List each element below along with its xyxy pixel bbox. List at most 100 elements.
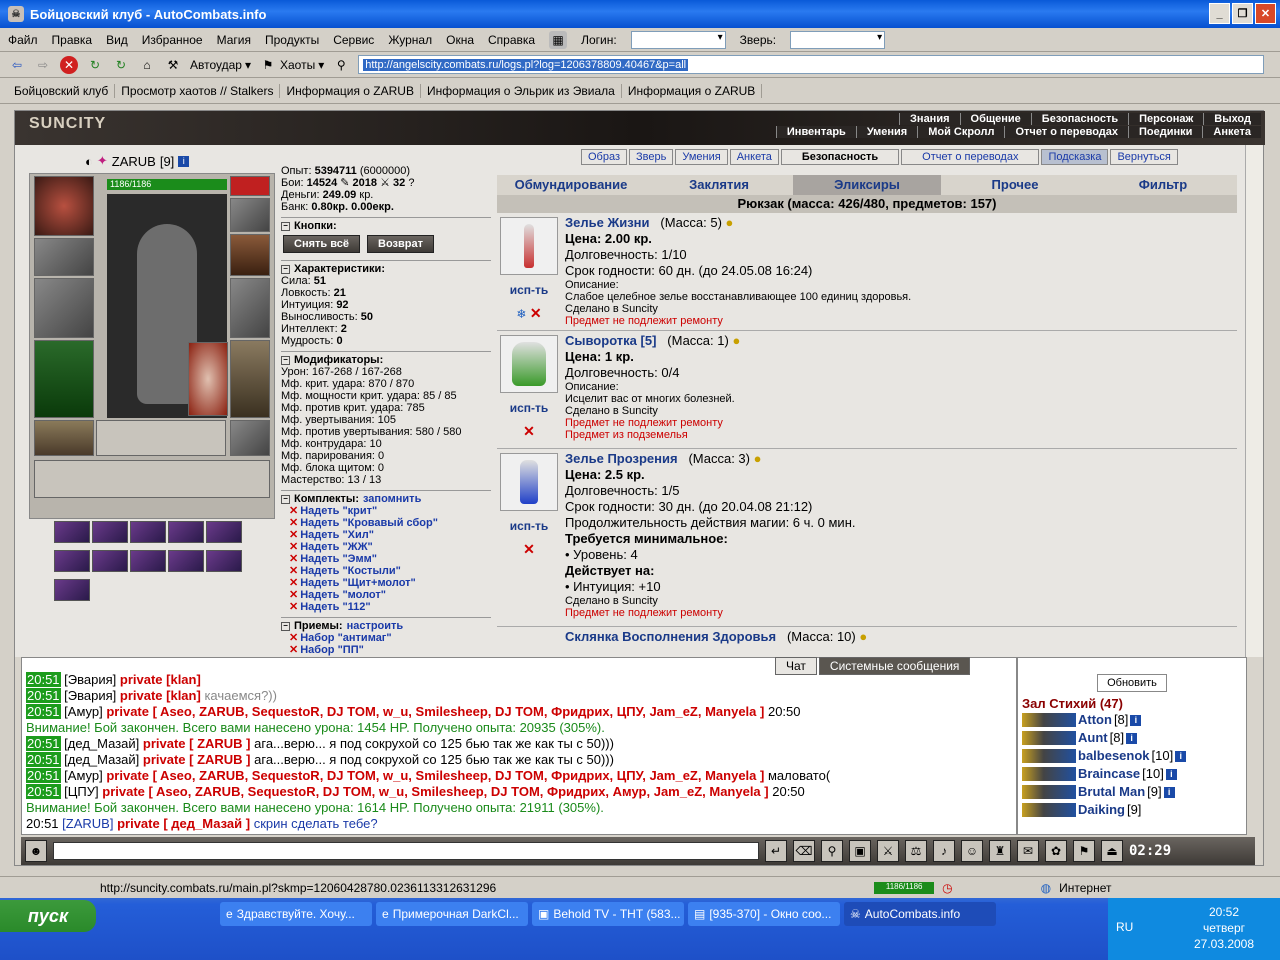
nav-profile[interactable]: Анкета bbox=[1202, 126, 1261, 138]
skill-slot[interactable] bbox=[130, 550, 166, 572]
nav-transfer-report[interactable]: Отчет о переводах bbox=[1004, 126, 1129, 138]
mods-header[interactable]: − Модификаторы: bbox=[281, 351, 491, 366]
sets-header[interactable]: − Комплекты: запомнить bbox=[281, 490, 491, 505]
exit-icon[interactable]: ⏏ bbox=[1101, 840, 1123, 862]
info-icon[interactable]: i bbox=[1175, 750, 1187, 762]
nav-communication[interactable]: Общение bbox=[959, 113, 1031, 125]
nav-exit[interactable]: Выход bbox=[1203, 113, 1261, 125]
skill-slot[interactable] bbox=[206, 521, 242, 543]
scales-icon[interactable]: ⚖ bbox=[905, 840, 927, 862]
nav-knowledge[interactable]: Знания bbox=[899, 113, 960, 125]
use-item-link[interactable]: исп-ть bbox=[510, 401, 549, 415]
earrings-slot[interactable] bbox=[230, 176, 270, 196]
room-user[interactable]: Atton [8] i bbox=[1022, 711, 1242, 729]
buttons-header[interactable]: − Кнопки: bbox=[281, 217, 491, 232]
task-item[interactable]: ▣ Behold TV - ТНТ (583... bbox=[532, 902, 684, 926]
item-name[interactable]: Склянка Восполнения Здоровья bbox=[565, 629, 776, 644]
pet-slot[interactable] bbox=[188, 342, 228, 416]
menu-favorites[interactable]: Избранное bbox=[142, 33, 203, 47]
set-link[interactable]: ✕ Надеть "Хил" bbox=[289, 529, 491, 541]
weapon-slot[interactable] bbox=[34, 278, 94, 338]
helmet-slot[interactable] bbox=[34, 176, 94, 236]
tab-transfer-report[interactable]: Отчет о переводах bbox=[901, 149, 1040, 165]
link-info-zarub[interactable]: Информация о ZARUB bbox=[280, 83, 421, 98]
menu-journal[interactable]: Журнал bbox=[388, 33, 432, 47]
maximize-button[interactable]: ❐ bbox=[1232, 3, 1253, 24]
set-link[interactable]: ✕ Надеть "крит" bbox=[289, 505, 491, 517]
haots-button[interactable]: ⚑ Хаоты ▾ bbox=[259, 56, 325, 74]
brick-icon[interactable]: ▦ bbox=[549, 30, 568, 49]
save-icon[interactable]: ▣ bbox=[849, 840, 871, 862]
task-item[interactable]: ▤ [935-370] - Окно соо... bbox=[688, 902, 840, 926]
info-icon[interactable]: i bbox=[1163, 786, 1175, 798]
stop-icon[interactable]: ✕ bbox=[60, 55, 78, 74]
configure-techniques-link[interactable]: настроить bbox=[347, 620, 404, 632]
tab-image[interactable]: Образ bbox=[581, 149, 628, 165]
autoudar-button[interactable]: Автоудар ▾ bbox=[190, 58, 251, 72]
task-item[interactable]: ☠ AutoCombats.info bbox=[844, 902, 996, 926]
remove-all-button[interactable]: Снять всё bbox=[283, 235, 360, 253]
link-info-zarub-2[interactable]: Информация о ZARUB bbox=[622, 83, 763, 98]
nav-fights[interactable]: Поединки bbox=[1128, 126, 1203, 138]
offhand-slot[interactable] bbox=[230, 278, 270, 338]
menu-edit[interactable]: Правка bbox=[52, 33, 93, 47]
room-user[interactable]: Daiking [9] bbox=[1022, 801, 1242, 819]
belt-slot[interactable] bbox=[34, 420, 94, 456]
room-user[interactable]: Aunt [8] i bbox=[1022, 729, 1242, 747]
refresh-all-icon[interactable]: ↻ bbox=[112, 56, 130, 74]
armor-slot[interactable] bbox=[34, 340, 94, 418]
chars-header[interactable]: − Характеристики: bbox=[281, 260, 491, 275]
filter-icon[interactable]: ⚲ bbox=[332, 56, 350, 74]
nav-skills[interactable]: Умения bbox=[855, 126, 918, 138]
delete-icon[interactable]: ✕ bbox=[523, 423, 535, 440]
forward-arrow-icon[interactable]: ⇨ bbox=[34, 56, 52, 74]
use-item-link[interactable]: исп-ть bbox=[510, 283, 549, 297]
room-user[interactable]: Braincase [10] i bbox=[1022, 765, 1242, 783]
chat-input[interactable] bbox=[53, 842, 759, 860]
rings-slot[interactable] bbox=[230, 198, 270, 232]
tab-profile[interactable]: Анкета bbox=[729, 149, 779, 165]
info-icon[interactable]: i bbox=[178, 155, 190, 167]
technique-link[interactable]: ✕ Набор "антимаг" bbox=[289, 632, 491, 644]
technique-link[interactable]: ✕ Набор "ПП" bbox=[289, 644, 491, 656]
legs-slot[interactable] bbox=[230, 340, 270, 418]
skill-slot[interactable] bbox=[168, 550, 204, 572]
skill-slot[interactable] bbox=[54, 579, 90, 601]
nav-inventory[interactable]: Инвентарь bbox=[775, 126, 856, 138]
minimize-button[interactable]: _ bbox=[1209, 3, 1230, 24]
tab-hint[interactable]: Подсказка bbox=[1041, 149, 1109, 165]
room-user[interactable]: Brutal Man [9] i bbox=[1022, 783, 1242, 801]
bracers-slot[interactable] bbox=[34, 238, 94, 276]
boots-slot[interactable] bbox=[230, 420, 270, 456]
nav-my-scroll[interactable]: Мой Скролл bbox=[917, 126, 1005, 138]
login-combo[interactable] bbox=[630, 30, 726, 49]
return-button[interactable]: Возврат bbox=[367, 235, 434, 253]
smiley-icon[interactable]: ☺ bbox=[961, 840, 983, 862]
tab-system-messages[interactable]: Системные сообщения bbox=[818, 657, 971, 675]
timer-display[interactable]: 02:29 bbox=[1129, 843, 1171, 859]
set-link[interactable]: ✕ Надеть "112" bbox=[289, 601, 491, 613]
tab-equipment[interactable]: Обмундирование bbox=[497, 175, 645, 195]
tab-return[interactable]: Вернуться bbox=[1110, 149, 1178, 165]
room-user[interactable]: balbesenok [10] i bbox=[1022, 747, 1242, 765]
set-link[interactable]: ✕ Надеть "молот" bbox=[289, 589, 491, 601]
eraser-icon[interactable]: ⌫ bbox=[793, 840, 815, 862]
set-link[interactable]: ✕ Надеть "Кровавый сбор" bbox=[289, 517, 491, 529]
skill-slot[interactable] bbox=[92, 550, 128, 572]
menu-magic[interactable]: Магия bbox=[217, 33, 251, 47]
menu-file[interactable]: Файл bbox=[8, 33, 38, 47]
home-icon[interactable]: ⌂ bbox=[138, 56, 156, 74]
tab-other[interactable]: Прочее bbox=[941, 175, 1089, 195]
tray-lang[interactable]: RU bbox=[1108, 898, 1168, 960]
nav-security[interactable]: Безопасность bbox=[1030, 113, 1129, 125]
remember-set-link[interactable]: запомнить bbox=[363, 493, 421, 505]
skill-slot[interactable] bbox=[54, 550, 90, 572]
task-item[interactable]: e Примерочная DarkCl... bbox=[376, 902, 528, 926]
start-button[interactable]: пуск bbox=[0, 900, 96, 932]
refresh-icon[interactable]: ↻ bbox=[86, 56, 104, 74]
tray-clock[interactable]: 20:52 четверг 27.03.2008 bbox=[1168, 898, 1280, 960]
skill-slot[interactable] bbox=[206, 550, 242, 572]
set-link[interactable]: ✕ Надеть "ЖЖ" bbox=[289, 541, 491, 553]
scroll-icon[interactable]: ✉ bbox=[1017, 840, 1039, 862]
menu-products[interactable]: Продукты bbox=[265, 33, 319, 47]
